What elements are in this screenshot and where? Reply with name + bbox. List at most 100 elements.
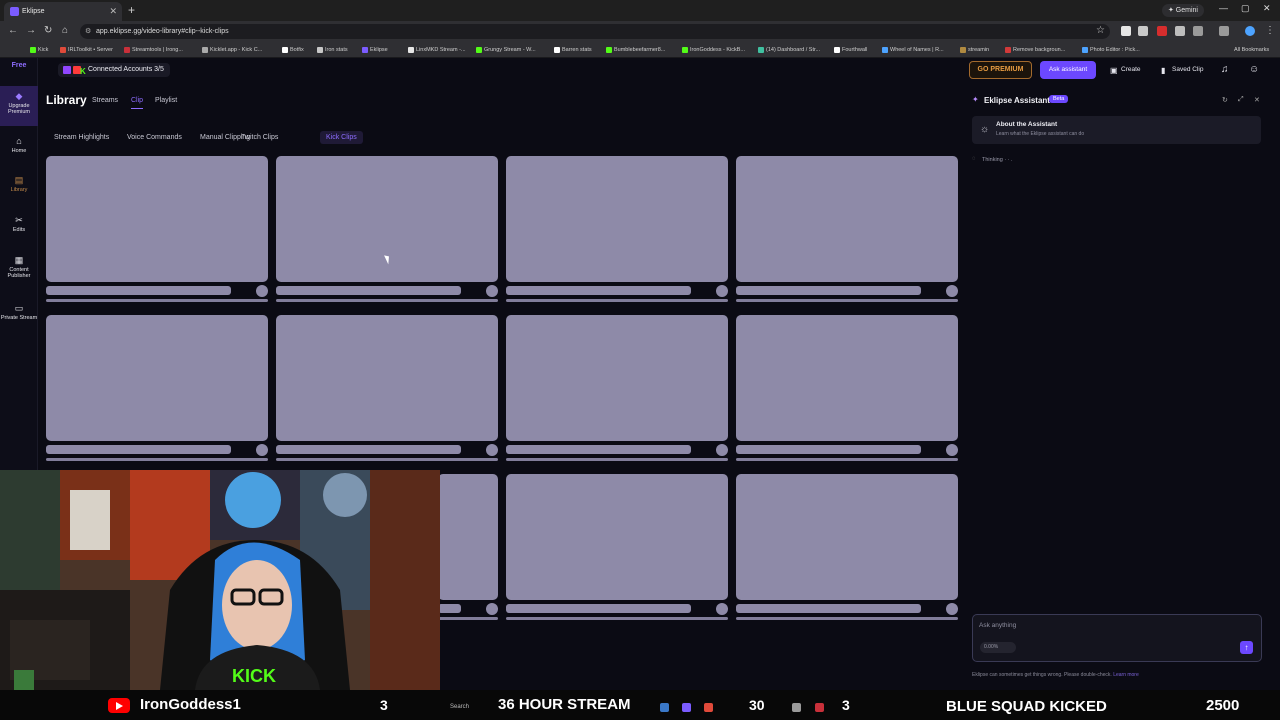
- tab-clip[interactable]: Clip: [131, 97, 144, 109]
- ask-assistant-button[interactable]: Ask assistant: [1040, 61, 1096, 79]
- extensions-puzzle-icon[interactable]: [1193, 26, 1203, 36]
- clip-thumbnail-placeholder[interactable]: [276, 315, 498, 441]
- clip-thumbnail-placeholder[interactable]: [736, 156, 958, 282]
- browser-tab[interactable]: Eklipse ✕: [4, 2, 122, 21]
- clip-menu-placeholder[interactable]: [946, 285, 958, 297]
- bookmark-item[interactable]: Remove backgroun...: [1005, 44, 1065, 56]
- bookmark-item[interactable]: Iron stats: [317, 44, 348, 56]
- clip-menu-placeholder[interactable]: [256, 444, 268, 456]
- clip-thumbnail-placeholder[interactable]: [46, 156, 268, 282]
- bookmark-item[interactable]: IRLToolkit • Server: [60, 44, 113, 56]
- bookmark-item[interactable]: LinxMKD Stream -...: [408, 44, 466, 56]
- user-icon[interactable]: ☺: [1249, 64, 1259, 75]
- sidepanel-icon[interactable]: [1219, 26, 1229, 36]
- bookmark-icon: ▮: [1161, 66, 1166, 75]
- clip-menu-placeholder[interactable]: [256, 285, 268, 297]
- go-premium-button[interactable]: GO PREMIUM: [969, 61, 1032, 79]
- expand-icon[interactable]: ⤢: [1238, 96, 1244, 104]
- close-window-icon[interactable]: ✕: [1263, 3, 1271, 14]
- sidebar-item-library[interactable]: ▤ Library: [0, 175, 38, 193]
- learn-more-link[interactable]: Learn more: [1113, 672, 1139, 678]
- bookmark-item[interactable]: Kick: [30, 44, 48, 56]
- sidebar-item-private-stream[interactable]: ▭ Private Stream: [0, 303, 38, 321]
- bookmark-label: Iron stats: [325, 47, 348, 53]
- clip-menu-placeholder[interactable]: [486, 444, 498, 456]
- home-browser-icon[interactable]: ⌂: [62, 25, 68, 36]
- sidebar-item-edits[interactable]: ✂ Edits: [0, 215, 38, 233]
- clip-meta-placeholder: [46, 299, 268, 302]
- clip-thumbnail-placeholder[interactable]: [506, 474, 728, 600]
- ask-input[interactable]: [979, 622, 1219, 629]
- bookmark-item[interactable]: Bumblebeefarmer8...: [606, 44, 665, 56]
- subtab-twitch-clips[interactable]: Twitch Clips: [241, 134, 278, 141]
- send-button[interactable]: ↑: [1240, 641, 1253, 654]
- bookmark-item[interactable]: Fourthwall: [834, 44, 867, 56]
- bookmark-item[interactable]: streamin: [960, 44, 989, 56]
- extension-icon[interactable]: [1138, 26, 1148, 36]
- bookmark-item[interactable]: Kicklet.app - Kick C...: [202, 44, 262, 56]
- bookmark-item[interactable]: Eklipse: [362, 44, 388, 56]
- bookmark-item[interactable]: Botfix: [282, 44, 304, 56]
- bookmark-star-icon[interactable]: ☆: [1096, 25, 1105, 36]
- minimize-icon[interactable]: —: [1219, 3, 1228, 13]
- clip-menu-placeholder[interactable]: [716, 603, 728, 615]
- clip-menu-placeholder[interactable]: [716, 444, 728, 456]
- tab-streams[interactable]: Streams: [92, 97, 118, 104]
- back-icon[interactable]: ←: [8, 25, 18, 36]
- clip-menu-placeholder[interactable]: [716, 285, 728, 297]
- connected-accounts-button[interactable]: K Connected Accounts 3/5: [58, 63, 170, 77]
- clip-menu-placeholder[interactable]: [946, 603, 958, 615]
- refresh-icon[interactable]: ↻: [1222, 96, 1228, 104]
- sidebar-item-label: Library: [10, 187, 28, 193]
- extension-icon[interactable]: [1175, 26, 1185, 36]
- clip-thumbnail-placeholder[interactable]: [46, 315, 268, 441]
- forward-icon[interactable]: →: [26, 25, 36, 36]
- extension-icon[interactable]: [1157, 26, 1167, 36]
- about-assistant-card[interactable]: ☼ About the Assistant Learn what the Ekl…: [972, 116, 1261, 144]
- bell-icon[interactable]: ♫: [1221, 64, 1229, 75]
- clip-thumbnail-placeholder[interactable]: [736, 474, 958, 600]
- subtab-kick-clips[interactable]: Kick Clips: [320, 131, 363, 144]
- counter: 30: [749, 697, 765, 713]
- calendar-icon: ▦: [14, 255, 24, 265]
- bookmark-item[interactable]: Streamtools | Irong...: [124, 44, 183, 56]
- reload-icon[interactable]: ↻: [44, 25, 52, 36]
- clip-thumbnail-placeholder[interactable]: [736, 315, 958, 441]
- extension-icon[interactable]: [1121, 26, 1131, 36]
- upgrade-premium-button[interactable]: ◆ Upgrade Premium: [0, 86, 38, 126]
- url-field[interactable]: ⚙ app.eklipse.gg/video-library#clip--kic…: [80, 24, 1110, 39]
- new-tab-button[interactable]: +: [128, 3, 135, 17]
- clip-menu-placeholder[interactable]: [946, 444, 958, 456]
- sidebar-item-label: Edits: [12, 227, 26, 233]
- sidebar-item-home[interactable]: ⌂ Home: [0, 136, 38, 154]
- profile-avatar[interactable]: [1245, 26, 1255, 36]
- subtab-stream-highlights[interactable]: Stream Highlights: [54, 134, 109, 141]
- clip-thumbnail-placeholder[interactable]: [438, 474, 498, 600]
- maximize-icon[interactable]: ▢: [1241, 3, 1250, 14]
- clip-menu-placeholder[interactable]: [486, 285, 498, 297]
- bookmark-item[interactable]: Photo Editor : Pick...: [1082, 44, 1140, 56]
- clip-thumbnail-placeholder[interactable]: [506, 156, 728, 282]
- connected-accounts-label: Connected Accounts 3/5: [88, 66, 164, 73]
- gemini-button[interactable]: ✦ Gemini: [1162, 4, 1204, 17]
- sidebar-item-content-publisher[interactable]: ▦ Content Publisher: [0, 255, 38, 279]
- site-info-icon[interactable]: ⚙: [85, 24, 91, 39]
- close-tab-icon[interactable]: ✕: [109, 6, 117, 17]
- close-icon[interactable]: ✕: [1254, 96, 1260, 104]
- bookmark-item[interactable]: Wheel of Names | R...: [882, 44, 944, 56]
- bookmark-label: LinxMKD Stream -...: [416, 47, 466, 53]
- subtab-voice-commands[interactable]: Voice Commands: [127, 134, 182, 141]
- bookmark-item[interactable]: IronGoddess - KickB...: [682, 44, 745, 56]
- tab-playlist[interactable]: Playlist: [155, 97, 177, 104]
- menu-icon[interactable]: ⋮: [1265, 25, 1275, 36]
- clip-thumbnail-placeholder[interactable]: [506, 315, 728, 441]
- clip-menu-placeholder[interactable]: [486, 603, 498, 615]
- bookmark-item[interactable]: (14) Dashboard / Str...: [758, 44, 820, 56]
- clip-meta-placeholder: [736, 458, 958, 461]
- bookmark-item[interactable]: Grungy Stream - W...: [476, 44, 536, 56]
- disclaimer-text: Eklipse can sometimes get things wrong. …: [972, 672, 1112, 678]
- all-bookmarks-button[interactable]: All Bookmarks: [1226, 44, 1269, 56]
- bookmark-item[interactable]: Barren stats: [554, 44, 592, 56]
- create-button[interactable]: Create: [1121, 66, 1141, 73]
- saved-clip-button[interactable]: Saved Clip: [1172, 66, 1203, 73]
